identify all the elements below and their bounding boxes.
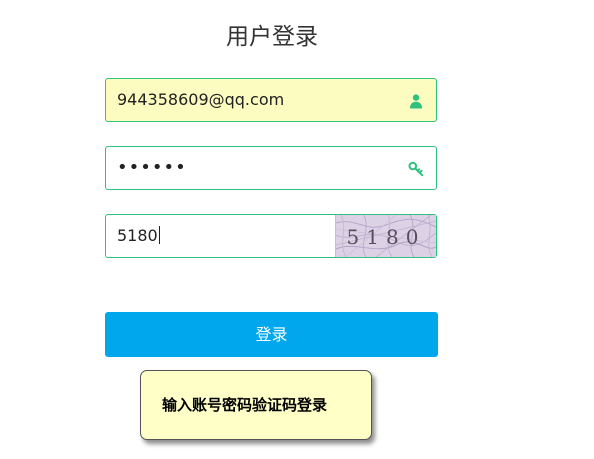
text-cursor [158,226,160,244]
password-field[interactable]: •••••• [105,146,437,190]
user-icon [408,93,424,109]
captcha-image[interactable]: 5180 [335,215,436,257]
password-input[interactable]: •••••• [117,147,187,189]
username-field[interactable]: 944358609@qq.com [105,78,437,122]
hint-tooltip: 输入账号密码验证码登录 [140,370,372,440]
captcha-text: 5180 [346,225,426,249]
username-input[interactable]: 944358609@qq.com [117,79,284,121]
captcha-input-value: 5180 [117,226,158,245]
captcha-field[interactable]: 5180 5180 [105,214,437,258]
login-button[interactable]: 登录 [105,312,438,357]
captcha-input[interactable]: 5180 [117,215,160,257]
key-icon [408,161,424,177]
page-title: 用户登录 [226,24,318,50]
